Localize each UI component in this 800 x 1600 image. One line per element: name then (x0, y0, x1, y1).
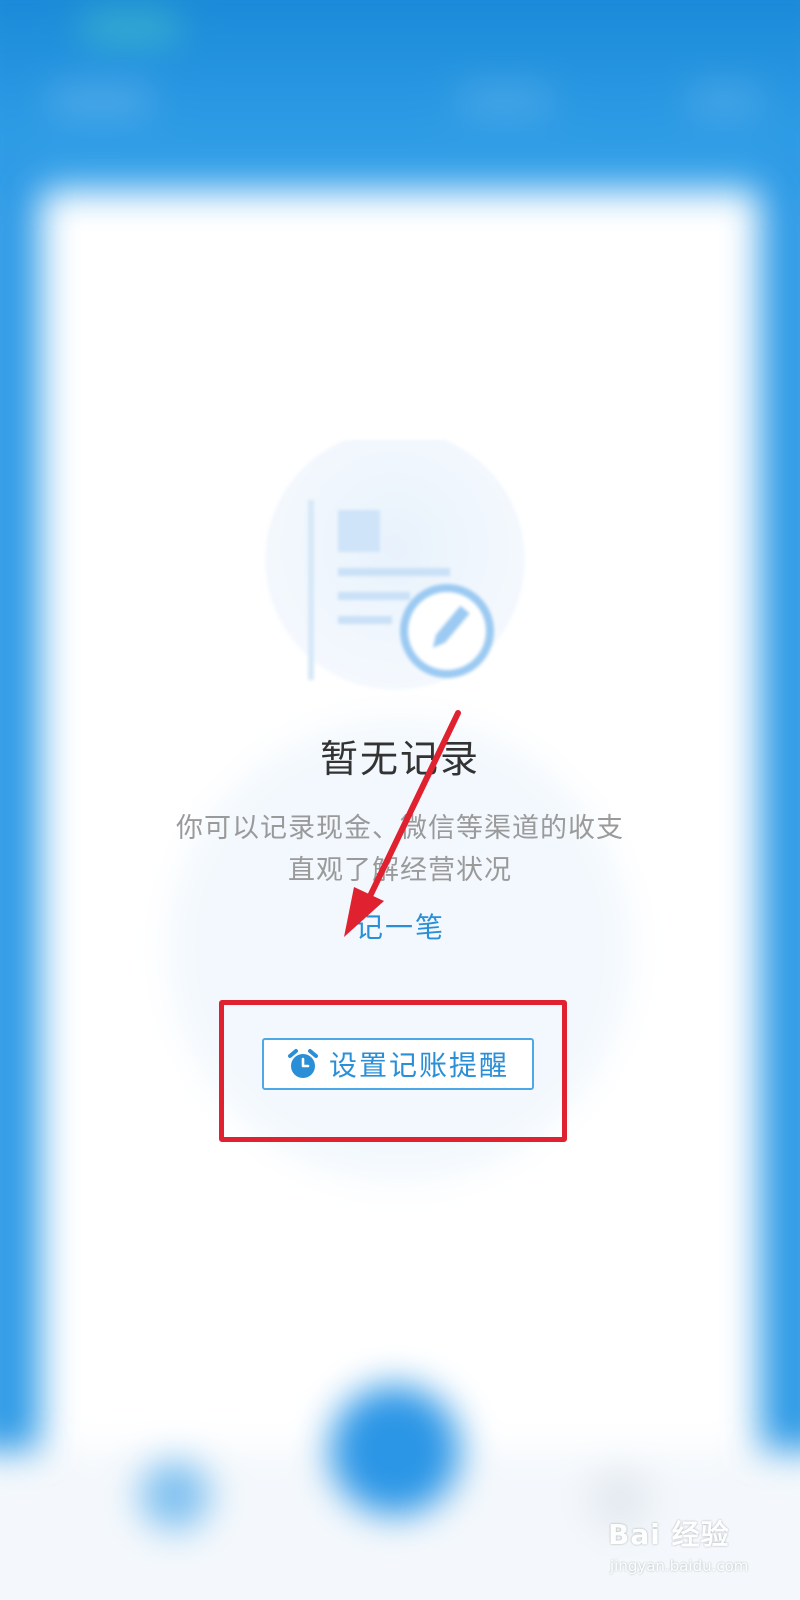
app-screen: 暂无记录 你可以记录现金、微信等渠道的收支 直观了解经营状况 记一笔 设置记账提… (0, 0, 800, 1600)
tab-icon-left (140, 1460, 210, 1530)
nav-action-area (690, 85, 760, 115)
annotation-arrow-icon (344, 710, 461, 937)
highlight-box (219, 1000, 567, 1142)
watermark-url: jingyan.baidu.com (610, 1557, 749, 1575)
nav-title-area (460, 85, 550, 115)
document-edit-icon (265, 440, 525, 690)
add-record-fab (330, 1385, 460, 1515)
watermark-brand: Bai 经验 (608, 1518, 730, 1551)
nav-back-area (50, 85, 150, 115)
status-bar (80, 12, 180, 42)
baidu-watermark: Bai 经验 jingyan.baidu.com (608, 1505, 788, 1595)
